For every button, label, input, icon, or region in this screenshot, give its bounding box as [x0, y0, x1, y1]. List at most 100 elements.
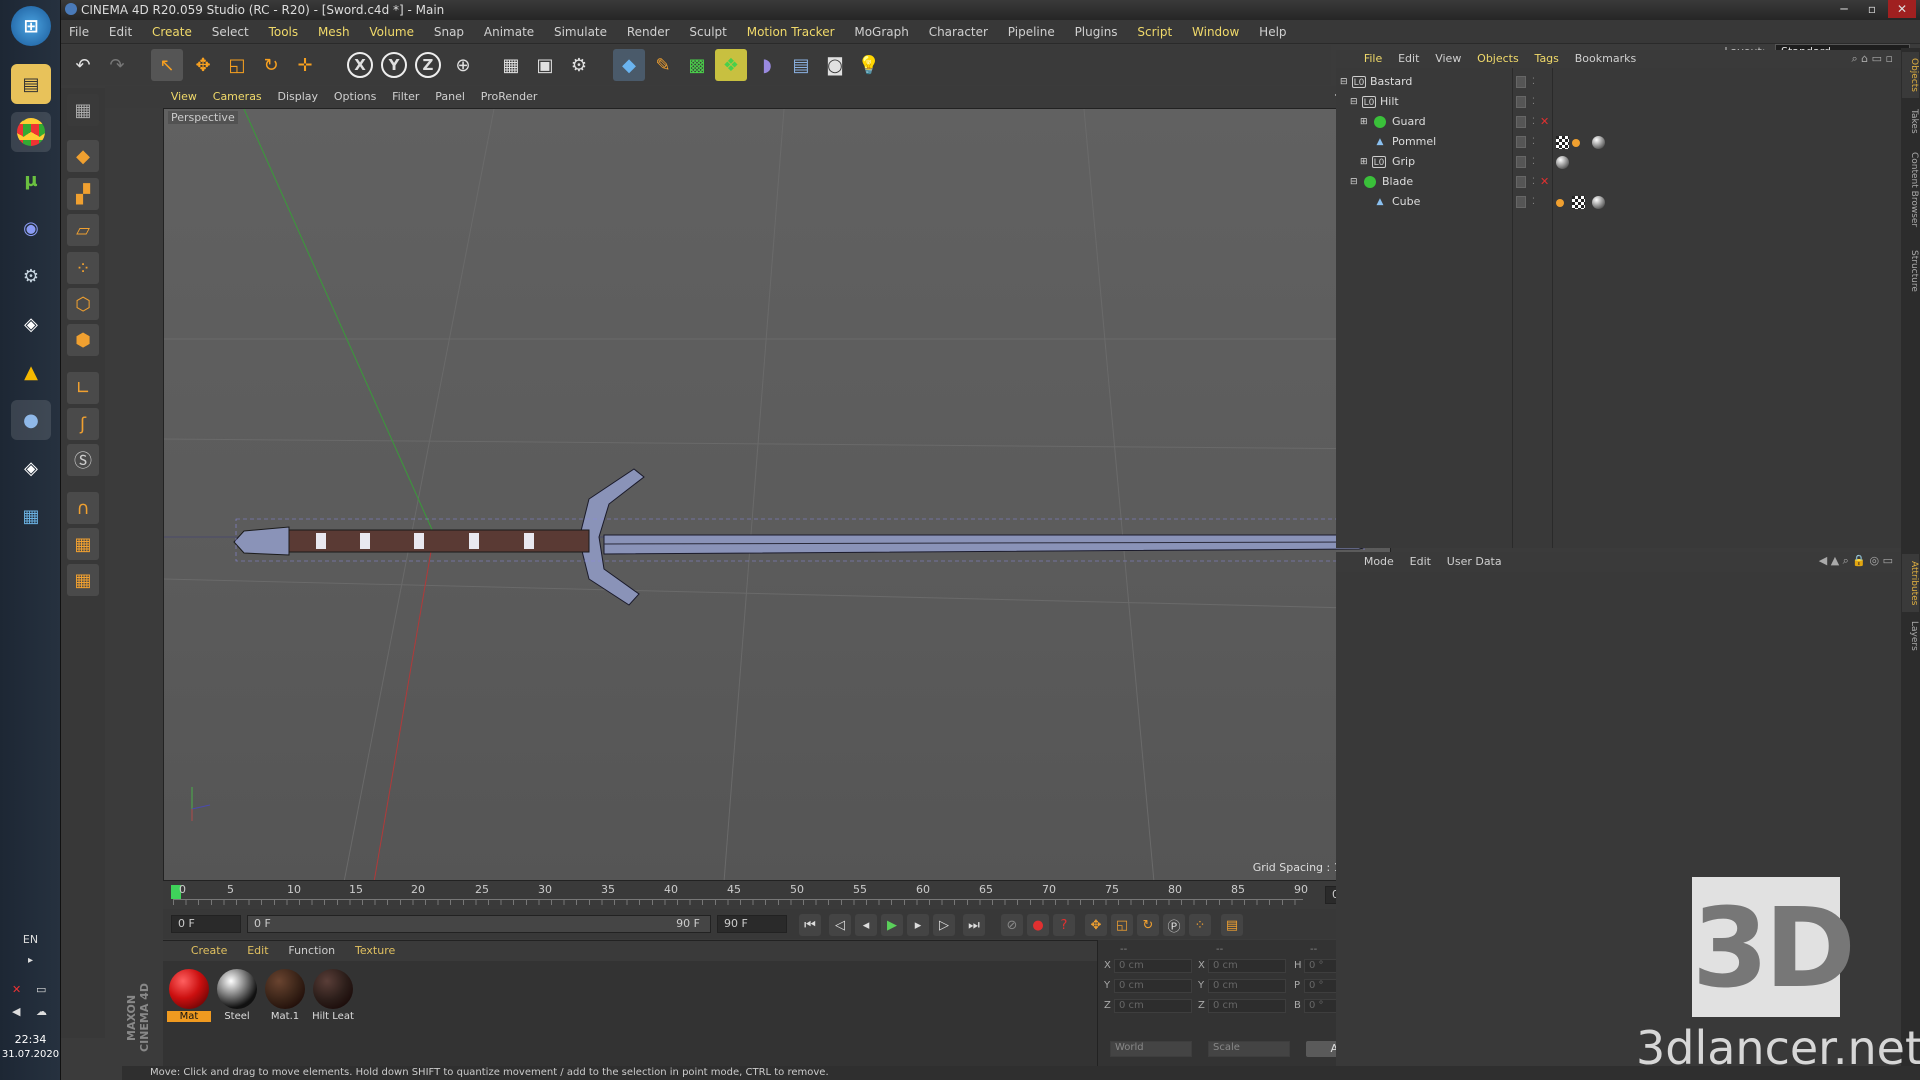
- menu-snap[interactable]: Snap: [426, 20, 472, 44]
- menu-animate[interactable]: Animate: [476, 20, 542, 44]
- point-level-key-icon[interactable]: ⁘: [1189, 914, 1211, 936]
- attr-menu-mode[interactable]: Mode: [1358, 552, 1400, 572]
- redo-icon[interactable]: ↷: [101, 49, 133, 81]
- discord-icon[interactable]: ◉: [11, 208, 51, 248]
- chrome-icon[interactable]: [11, 112, 51, 152]
- end-frame-field[interactable]: 90 F: [717, 915, 787, 933]
- coordinate-system-icon[interactable]: ⊕: [447, 49, 479, 81]
- menu-volume[interactable]: Volume: [361, 20, 422, 44]
- object-row-pommel[interactable]: ▲ Pommel ⁚: [1336, 132, 1901, 152]
- clock-date[interactable]: 31.07.2020: [0, 1049, 61, 1060]
- render-dots-icon[interactable]: ⁚: [1532, 192, 1535, 212]
- menu-pipeline[interactable]: Pipeline: [1000, 20, 1063, 44]
- viewport-menu-panel[interactable]: Panel: [429, 86, 471, 108]
- workplane-grid-icon[interactable]: ▦: [67, 528, 99, 560]
- rotate-tool-icon[interactable]: ↻: [255, 49, 287, 81]
- menu-select[interactable]: Select: [204, 20, 257, 44]
- render-dots-icon[interactable]: ⁚: [1532, 152, 1535, 172]
- go-to-end-icon[interactable]: ⏭: [963, 914, 985, 936]
- om-menu-file[interactable]: File: [1358, 50, 1388, 68]
- om-menu-view[interactable]: View: [1429, 50, 1467, 68]
- menu-simulate[interactable]: Simulate: [546, 20, 615, 44]
- menu-help[interactable]: Help: [1251, 20, 1294, 44]
- next-frame-icon[interactable]: ▸: [907, 914, 929, 936]
- keyframe-selection-icon[interactable]: ?: [1053, 914, 1075, 936]
- material-menu-create[interactable]: Create: [183, 941, 236, 961]
- previous-key-icon[interactable]: ◁: [829, 914, 851, 936]
- menu-character[interactable]: Character: [921, 20, 996, 44]
- scale-tool-icon[interactable]: ◱: [221, 49, 253, 81]
- render-settings-icon[interactable]: ⚙: [563, 49, 595, 81]
- cloud-icon[interactable]: ☁: [36, 1005, 47, 1018]
- clock-time[interactable]: 22:34: [0, 1033, 61, 1046]
- expand-icon[interactable]: ⊞: [1360, 112, 1368, 132]
- render-dots-icon[interactable]: ⁚: [1532, 112, 1535, 132]
- material-swatch[interactable]: Hilt Leat: [311, 969, 355, 1027]
- undo-icon[interactable]: ↶: [67, 49, 99, 81]
- unity-icon[interactable]: ◈: [11, 304, 51, 344]
- editor-visibility-flag[interactable]: [1516, 76, 1526, 88]
- menu-render[interactable]: Render: [619, 20, 678, 44]
- cloner-icon[interactable]: ❖: [715, 49, 747, 81]
- 3d-viewport[interactable]: Perspective Grid Spacing : 10 cm: [163, 108, 1391, 881]
- tab-structure[interactable]: Structure: [1902, 244, 1919, 298]
- move-tool-icon[interactable]: ✥: [187, 49, 219, 81]
- pen-spline-icon[interactable]: ✎: [647, 49, 679, 81]
- tab-content-browser[interactable]: Content Browser: [1902, 142, 1919, 238]
- scale-key-icon[interactable]: ◱: [1111, 914, 1133, 936]
- menu-create[interactable]: Create: [144, 20, 200, 44]
- object-row-grip[interactable]: ⊞ L0 Grip ⁚: [1336, 152, 1901, 172]
- menu-file[interactable]: File: [61, 20, 97, 44]
- material-swatch[interactable]: Steel: [215, 969, 259, 1027]
- render-view-icon[interactable]: ▦: [495, 49, 527, 81]
- record-active-objects-icon[interactable]: ⊘: [1001, 914, 1023, 936]
- collapse-icon[interactable]: ⊟: [1340, 72, 1348, 92]
- attr-nav-icons[interactable]: ◀ ▲ ⌕ 🔒 ◎ ▭: [1819, 554, 1893, 568]
- disabled-x-icon[interactable]: ✕: [1540, 112, 1549, 132]
- locked-workplane-icon[interactable]: ▦: [67, 564, 99, 596]
- next-key-icon[interactable]: ▷: [933, 914, 955, 936]
- menu-window[interactable]: Window: [1184, 20, 1247, 44]
- om-menu-objects[interactable]: Objects: [1471, 50, 1525, 68]
- close-button[interactable]: ✕: [1888, 0, 1916, 18]
- rotation-key-icon[interactable]: ↻: [1137, 914, 1159, 936]
- windows-start-icon[interactable]: ⊞: [11, 6, 51, 46]
- collapse-icon[interactable]: ⊟: [1350, 172, 1358, 192]
- uvw-tag-icon[interactable]: [1572, 196, 1585, 209]
- floor-scene-icon[interactable]: ▤: [785, 49, 817, 81]
- expand-icon[interactable]: ⊞: [1360, 152, 1368, 172]
- object-row-cube[interactable]: ▲ Cube ⁚: [1336, 192, 1901, 212]
- menu-motion-tracker[interactable]: Motion Tracker: [739, 20, 843, 44]
- timeline-ruler[interactable]: 0 5 10 15 20 25 30 35 40 45 50 55 60 65 …: [163, 881, 1391, 909]
- object-row-bastard[interactable]: ⊟ L0 Bastard ⁚: [1336, 72, 1901, 92]
- om-menu-bookmarks[interactable]: Bookmarks: [1569, 50, 1642, 68]
- live-selection-icon[interactable]: ↖: [151, 49, 183, 81]
- phong-tag-icon[interactable]: [1572, 139, 1580, 147]
- x-axis-lock-icon[interactable]: X: [347, 52, 373, 78]
- menu-plugins[interactable]: Plugins: [1067, 20, 1126, 44]
- parameter-key-icon[interactable]: Ⓟ: [1163, 914, 1185, 936]
- display-icon[interactable]: ▭: [36, 983, 46, 996]
- material-tag-icon[interactable]: [1556, 156, 1569, 169]
- viewport-menu-filter[interactable]: Filter: [386, 86, 425, 108]
- viewport-menu-prorender[interactable]: ProRender: [475, 86, 544, 108]
- position-key-icon[interactable]: ✥: [1085, 914, 1107, 936]
- attr-menu-user-data[interactable]: User Data: [1441, 552, 1508, 572]
- subdivision-surface-icon[interactable]: ▩: [681, 49, 713, 81]
- z-axis-lock-icon[interactable]: Z: [415, 52, 441, 78]
- editor-visibility-flag[interactable]: [1516, 156, 1526, 168]
- camera-icon[interactable]: ◙: [819, 49, 851, 81]
- collapse-icon[interactable]: ⊟: [1350, 92, 1358, 112]
- recent-tool-icon[interactable]: ✛: [289, 49, 321, 81]
- edges-mode-icon[interactable]: ⬡: [67, 288, 99, 320]
- file-explorer-icon[interactable]: ▤: [11, 64, 51, 104]
- uvw-tag-icon[interactable]: [1556, 136, 1569, 149]
- phong-tag-icon[interactable]: [1556, 199, 1564, 207]
- render-dots-icon[interactable]: ⁚: [1532, 72, 1535, 92]
- polygons-mode-icon[interactable]: ⬢: [67, 324, 99, 356]
- axis-mode-icon[interactable]: ∟: [67, 372, 99, 404]
- go-to-start-icon[interactable]: ⏮: [799, 914, 821, 936]
- points-mode-icon[interactable]: ⁘: [67, 252, 99, 284]
- warning-app-icon[interactable]: ▲: [11, 352, 51, 392]
- material-tag-icon[interactable]: [1592, 196, 1605, 209]
